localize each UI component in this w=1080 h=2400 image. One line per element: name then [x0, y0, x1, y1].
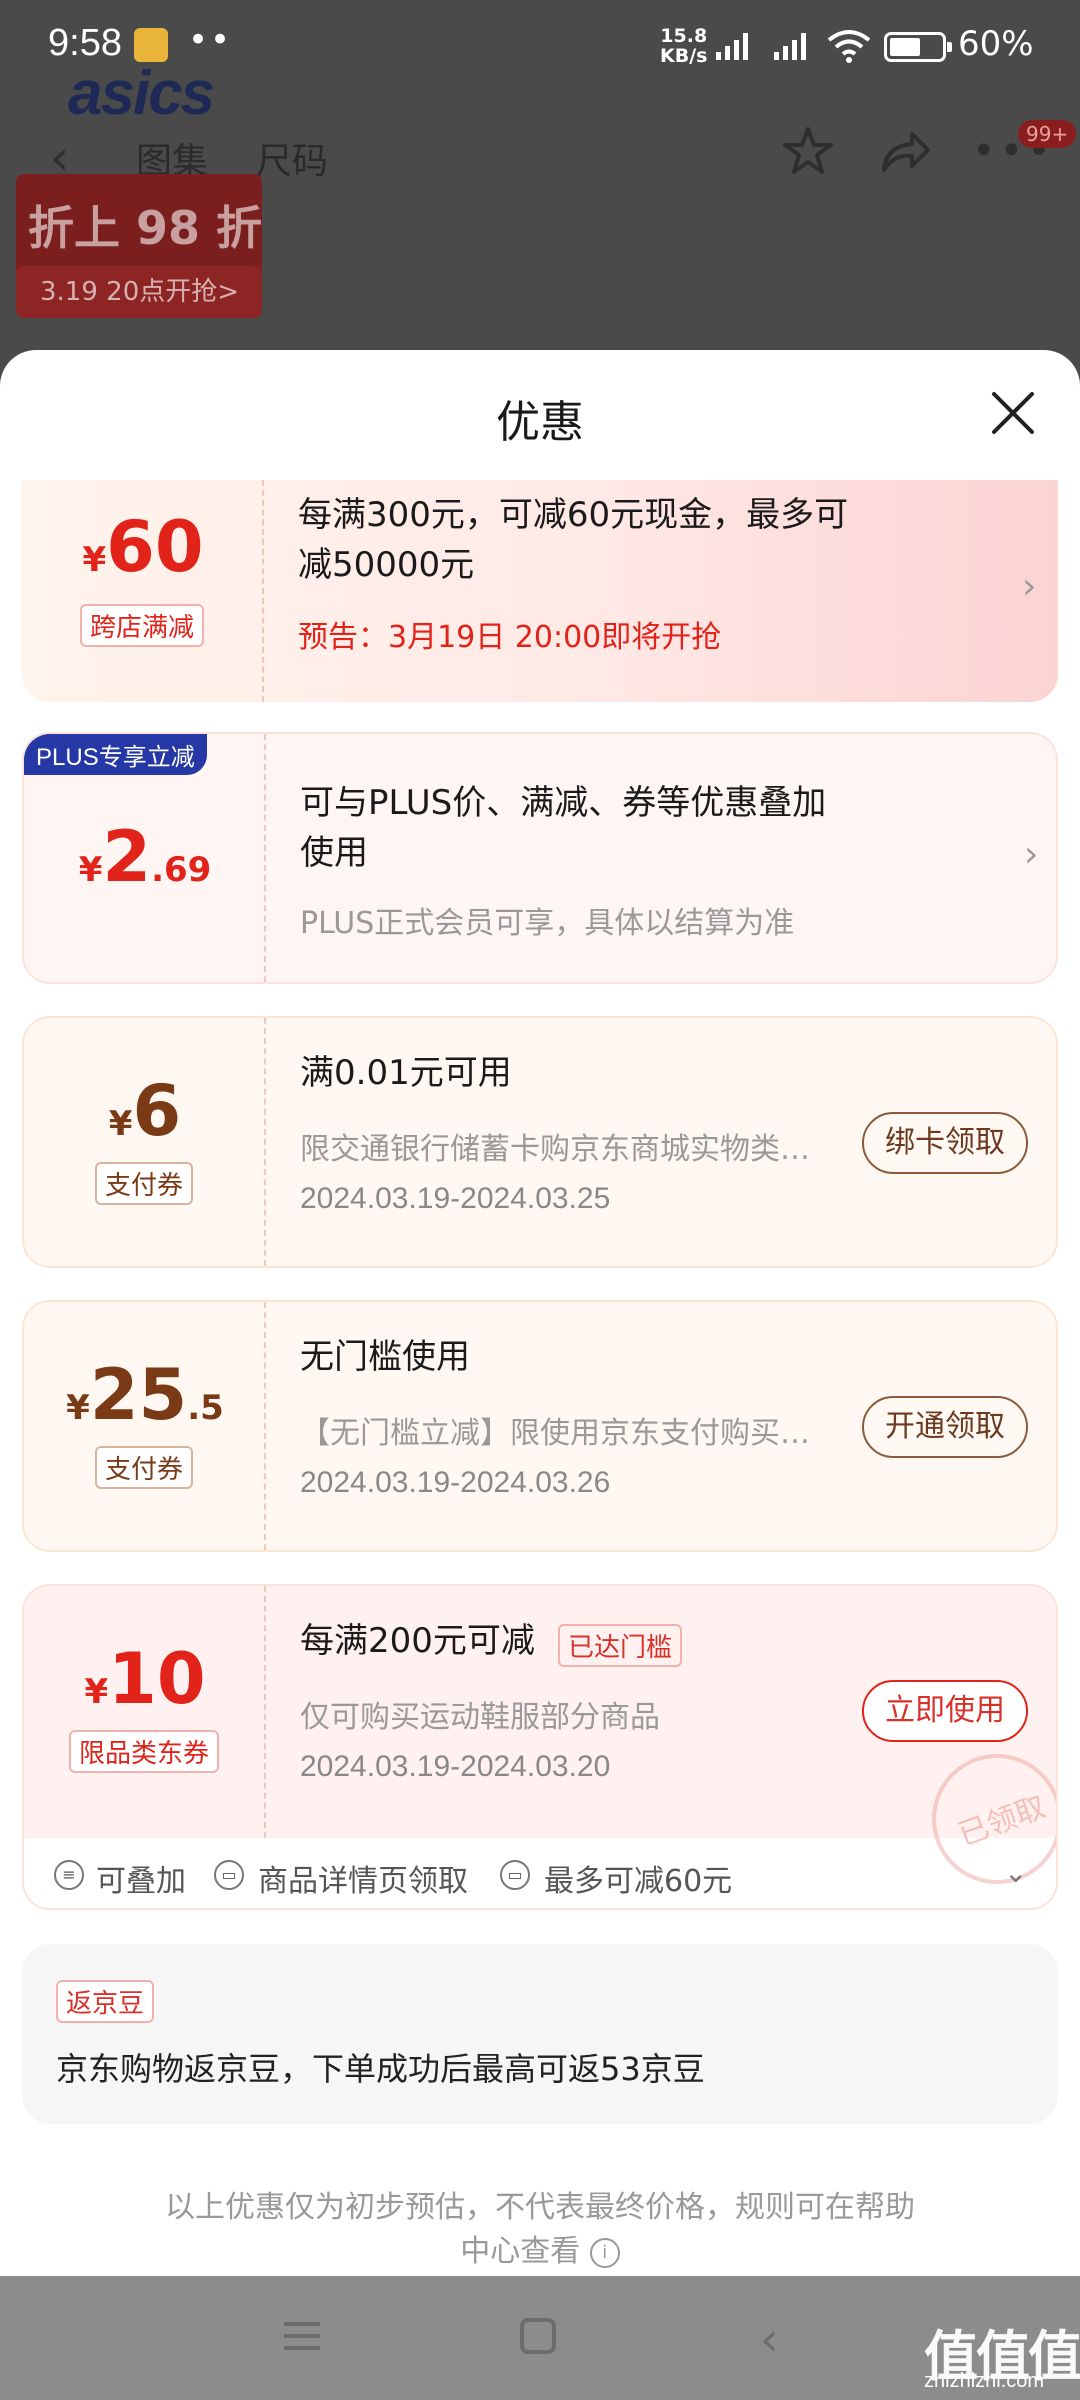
- jingdou-rebate: 返京豆 京东购物返京豆，下单成功后最高可返53京豆: [22, 1944, 1058, 2124]
- chevron-down-icon[interactable]: ⌄: [1004, 1856, 1027, 1889]
- coupon-title: 满0.01元可用: [300, 1053, 512, 1093]
- coupon-tag: 支付券: [94, 1446, 194, 1489]
- signal-icon: [716, 33, 748, 60]
- coupon-amount: ¥60: [82, 506, 204, 588]
- ticket-icon-2: ▭: [500, 1860, 530, 1890]
- coupon-amount: ¥10: [84, 1638, 206, 1720]
- favorite-star-icon[interactable]: [780, 124, 836, 180]
- tab-size[interactable]: 尺码: [256, 132, 328, 184]
- coupon-category-10: ¥10 限品类东券 每满200元可减 已达门槛 仅可购买运动鞋服部分商品 202…: [22, 1584, 1058, 1910]
- watermark-url: zhizhizhi.com: [924, 2370, 1045, 2392]
- disclaimer: 以上优惠仅为初步预估，不代表最终价格，规则可在帮助 中心查看 i: [165, 2190, 915, 2269]
- battery-icon: [884, 32, 952, 62]
- home-icon[interactable]: [520, 2318, 556, 2354]
- share-icon[interactable]: [876, 124, 932, 180]
- menu-icon[interactable]: [282, 2320, 322, 2352]
- status-dots: ••: [188, 20, 233, 60]
- coupon-desc: PLUS正式会员可享，具体以结算为准: [300, 906, 795, 941]
- system-nav-bar: ‹: [0, 2276, 1080, 2400]
- coupon-date: 2024.03.19-2024.03.26: [300, 1466, 611, 1499]
- coupon-left: ¥60 跨店满减: [22, 480, 264, 702]
- coupon-amount: ¥6: [108, 1070, 182, 1152]
- rebate-text: 京东购物返京豆，下单成功后最高可返53京豆: [56, 2050, 705, 2088]
- info-icon[interactable]: i: [589, 2237, 620, 2268]
- discount-sheet: 优惠 ¥60 跨店满减 每满300元，可减60元现金，最多可 减50000元 预…: [0, 350, 1080, 2276]
- chevron-right-icon: ›: [1022, 566, 1037, 607]
- coupon-title: 每满200元可减: [300, 1621, 535, 1661]
- coupon-notice: 预告：3月19日 20:00即将开抢: [298, 620, 722, 655]
- coupon-left: ¥6 支付券: [24, 1018, 266, 1266]
- coupon-tag: 跨店满减: [79, 604, 205, 647]
- product-page-background: 9:58 •• 15.8 KB/s 60% asics ‹ 图集 尺码 •••: [0, 0, 1080, 400]
- coupon-desc: 仅可购买运动鞋服部分商品: [300, 1700, 660, 1735]
- brand-logo: asics: [68, 59, 215, 128]
- coupon-left: ¥25.5 支付券: [24, 1302, 266, 1550]
- coupon-title: 无门槛使用: [300, 1337, 470, 1377]
- bind-card-claim-button[interactable]: 绑卡领取: [862, 1112, 1028, 1174]
- close-icon[interactable]: [990, 390, 1036, 436]
- ticket-icon: ▭: [214, 1860, 244, 1890]
- activate-claim-button[interactable]: 开通领取: [862, 1396, 1028, 1458]
- coupon-title: 每满300元，可减60元现金，最多可 减50000元: [298, 495, 849, 585]
- coupon-date: 2024.03.19-2024.03.25: [300, 1182, 611, 1215]
- coupon-title: 可与PLUS价、满减、券等优惠叠加 使用: [300, 783, 827, 873]
- coupon-plus[interactable]: PLUS专享立减 ¥2.69 可与PLUS价、满减、券等优惠叠加 使用 PLUS…: [22, 732, 1058, 984]
- coupon-top-area: ¥10 限品类东券 每满200元可减 已达门槛 仅可购买运动鞋服部分商品 202…: [24, 1586, 1056, 1884]
- nav-back-icon[interactable]: ‹: [760, 2312, 778, 2366]
- promo-start-time[interactable]: 3.19 20点开抢>: [16, 266, 262, 318]
- coupon-tag: 支付券: [94, 1162, 194, 1205]
- notification-app-icon: [134, 28, 168, 62]
- coupon-tag: 限品类东券: [68, 1730, 220, 1773]
- coupon-left: ¥2.69: [24, 734, 266, 982]
- feature-claim-location: 商品详情页领取: [258, 1864, 468, 1899]
- use-now-button[interactable]: 立即使用: [862, 1680, 1028, 1742]
- signal-icon-2: [774, 33, 806, 60]
- feature-max-discount: 最多可减60元: [544, 1864, 733, 1899]
- coupon-desc: 【无门槛立减】限使用京东支付购买…: [300, 1416, 810, 1451]
- coupon-desc: 限交通银行储蓄卡购京东商城实物类…: [300, 1132, 810, 1167]
- coupon-features[interactable]: ≡ 可叠加 ▭ 商品详情页领取 ▭ 最多可减60元 ⌄: [24, 1838, 1056, 1908]
- coupon-payment-6: ¥6 支付券 满0.01元可用 限交通银行储蓄卡购京东商城实物类… 2024.0…: [22, 1016, 1058, 1268]
- sheet-title: 优惠: [496, 397, 584, 448]
- coupon-date: 2024.03.19-2024.03.20: [300, 1750, 611, 1783]
- threshold-reached-tag: 已达门槛: [558, 1624, 683, 1667]
- coupon-left: ¥10 限品类东券: [24, 1586, 266, 1838]
- coupon-amount: ¥2.69: [78, 816, 212, 898]
- message-badge: 99+: [1018, 120, 1077, 148]
- wifi-icon: [827, 30, 871, 63]
- chevron-right-icon: ›: [1024, 834, 1039, 875]
- stackable-icon: ≡: [54, 1860, 84, 1890]
- rebate-tag: 返京豆: [56, 1980, 155, 2023]
- battery-percent: 60%: [958, 24, 1034, 64]
- coupon-cross-store[interactable]: ¥60 跨店满减 每满300元，可减60元现金，最多可 减50000元 预告：3…: [22, 480, 1058, 702]
- coupon-payment-25-5: ¥25.5 支付券 无门槛使用 【无门槛立减】限使用京东支付购买… 2024.0…: [22, 1300, 1058, 1552]
- promo-discount: 折上 98 折: [28, 201, 263, 255]
- feature-stackable: 可叠加: [96, 1864, 186, 1899]
- network-speed: 15.8 KB/s: [660, 25, 708, 67]
- coupon-amount: ¥25.5: [66, 1354, 224, 1436]
